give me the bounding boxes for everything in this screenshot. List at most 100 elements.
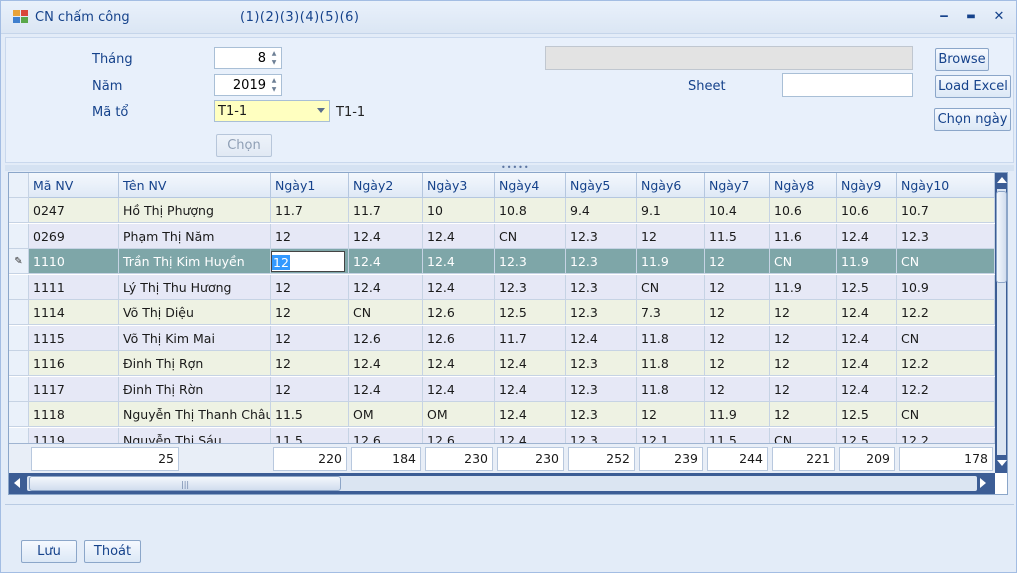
column-header[interactable]: Ngày1 <box>271 173 349 198</box>
grid-cell[interactable]: 9.1 <box>637 198 705 223</box>
grid-cell[interactable]: 7.3 <box>637 300 705 325</box>
grid-cell[interactable]: 12.3 <box>566 300 637 325</box>
grid-cell[interactable]: CN <box>349 300 423 325</box>
choose-date-button[interactable]: Chọn ngày <box>934 108 1011 131</box>
spin-arrows-icon[interactable]: ▲ ▼ <box>269 49 279 67</box>
grid-cell[interactable]: 12 <box>770 377 837 402</box>
table-row[interactable]: 1114 Võ Thị Diệu 12 CN 12.6 12.5 12.3 7.3 12 12 12… <box>9 300 1007 325</box>
grid-cell[interactable]: 12.4 <box>495 351 566 376</box>
grid-cell[interactable]: 12.4 <box>837 224 897 249</box>
month-spinner[interactable]: 8 ▲ ▼ <box>214 47 282 69</box>
grid-cell[interactable]: 11.9 <box>837 249 897 274</box>
spin-arrows-icon[interactable]: ▲ ▼ <box>269 76 279 94</box>
scroll-down-icon[interactable] <box>997 460 1007 466</box>
grid-cell[interactable]: 12.3 <box>566 402 637 427</box>
grid-cell[interactable]: CN <box>770 249 837 274</box>
table-row[interactable]: 1118 Nguyễn Thị Thanh Châu 11.5 OM OM 12.4 12.… <box>9 402 1007 427</box>
grid-cell[interactable]: 11.8 <box>637 351 705 376</box>
grid-cell[interactable]: 12 <box>271 249 349 274</box>
grid-cell[interactable]: 12 <box>770 402 837 427</box>
grid-cell[interactable]: 11.9 <box>705 402 770 427</box>
vertical-scrollbar[interactable] <box>995 173 1007 473</box>
row-indicator[interactable] <box>9 224 29 249</box>
grid-cell[interactable]: Trần Thị Kim Huyền <box>119 249 271 274</box>
grid-cell[interactable]: Đinh Thị Rờn <box>119 377 271 402</box>
grid-cell[interactable]: 12 <box>271 300 349 325</box>
row-indicator[interactable] <box>9 326 29 351</box>
grid-cell[interactable]: 10.7 <box>897 198 995 223</box>
row-indicator[interactable] <box>9 351 29 376</box>
grid-cell[interactable]: 12 <box>705 249 770 274</box>
grid-cell[interactable]: 12 <box>705 377 770 402</box>
chevron-down-icon[interactable] <box>317 108 325 113</box>
grid-cell[interactable]: 1116 <box>29 351 119 376</box>
grid-cell[interactable]: 12.2 <box>897 351 995 376</box>
grid-cell[interactable]: 11.6 <box>770 224 837 249</box>
grid-cell[interactable]: 12.6 <box>423 326 495 351</box>
column-header[interactable]: Ngày2 <box>349 173 423 198</box>
grid-cell[interactable]: 12.3 <box>566 249 637 274</box>
row-indicator-icon[interactable]: ✎ <box>9 249 29 274</box>
grid-cell[interactable]: Võ Thị Diệu <box>119 300 271 325</box>
grid-cell[interactable]: 12 <box>637 402 705 427</box>
grid-cell[interactable]: 12.4 <box>349 249 423 274</box>
grid-cell[interactable]: 12 <box>705 300 770 325</box>
grid-cell[interactable]: 12 <box>637 224 705 249</box>
grid-cell[interactable]: CN <box>897 402 995 427</box>
grid-cell[interactable]: 10.6 <box>770 198 837 223</box>
grid-cell[interactable]: 12.6 <box>349 326 423 351</box>
grid-cell[interactable]: 1111 <box>29 275 119 300</box>
column-header[interactable]: Ngày10 <box>897 173 995 198</box>
grid-cell[interactable]: 12.5 <box>837 275 897 300</box>
grid-cell[interactable]: Lý Thị Thu Hương <box>119 275 271 300</box>
grid-cell[interactable]: 12.4 <box>837 351 897 376</box>
scroll-left-icon[interactable] <box>14 478 20 488</box>
grid-cell[interactable]: 12.4 <box>837 326 897 351</box>
grid-cell[interactable]: 12.3 <box>495 249 566 274</box>
sheet-input[interactable] <box>782 73 913 97</box>
grid-cell[interactable]: 1114 <box>29 300 119 325</box>
grid-cell[interactable]: 12.3 <box>566 275 637 300</box>
file-path-field[interactable] <box>545 46 913 70</box>
table-row[interactable]: 0269 Phạm Thị Năm 12 12.4 12.4 CN 12.3 12 11.5 11… <box>9 224 1007 249</box>
grid-cell[interactable]: 12.4 <box>495 402 566 427</box>
grid-cell[interactable]: 12 <box>271 377 349 402</box>
scroll-up-icon[interactable] <box>997 177 1007 183</box>
grid-cell[interactable]: 12 <box>705 351 770 376</box>
grid-cell[interactable]: 12 <box>770 300 837 325</box>
grid-cell[interactable]: 12.4 <box>423 351 495 376</box>
grid-cell[interactable]: OM <box>423 402 495 427</box>
grid-cell[interactable]: 12 <box>271 351 349 376</box>
column-header[interactable]: Ngày3 <box>423 173 495 198</box>
row-indicator[interactable] <box>9 198 29 223</box>
timesheet-grid[interactable]: Mã NV Tên NV Ngày1 Ngày2 Ngày3 Ngày4 Ngày5 Ngày… <box>8 172 1008 495</box>
column-header[interactable]: Mã NV <box>29 173 119 198</box>
grid-cell[interactable]: 12.2 <box>897 300 995 325</box>
maximize-button[interactable]: ▬ <box>961 7 981 27</box>
grid-cell[interactable]: 11.8 <box>637 326 705 351</box>
grid-cell[interactable]: 12 <box>271 275 349 300</box>
table-row[interactable]: 1111 Lý Thị Thu Hương 12 12.4 12.4 12.3 12.3 CN… <box>9 275 1007 300</box>
grid-cell[interactable]: Hồ Thị Phượng <box>119 198 271 223</box>
row-indicator[interactable] <box>9 275 29 300</box>
row-indicator[interactable] <box>9 300 29 325</box>
grid-cell[interactable]: 12.4 <box>423 275 495 300</box>
grid-cell[interactable]: 12.4 <box>566 326 637 351</box>
table-row[interactable]: 0247 Hồ Thị Phượng 11.7 11.7 10 10.8 9.4 9.1 10.… <box>9 198 1007 223</box>
column-header[interactable]: Ngày4 <box>495 173 566 198</box>
grid-cell[interactable]: 12 <box>705 326 770 351</box>
grid-cell[interactable]: 12.4 <box>495 377 566 402</box>
column-header[interactable]: Ngày9 <box>837 173 897 198</box>
grid-cell[interactable]: 12.4 <box>349 377 423 402</box>
grid-cell[interactable]: 0269 <box>29 224 119 249</box>
grid-cell[interactable]: Võ Thị Kim Mai <box>119 326 271 351</box>
grid-cell[interactable]: 10.4 <box>705 198 770 223</box>
row-indicator[interactable] <box>9 377 29 402</box>
column-header[interactable]: Tên NV <box>119 173 271 198</box>
grid-cell[interactable]: 0247 <box>29 198 119 223</box>
grid-cell[interactable]: 12 <box>770 351 837 376</box>
grid-cell[interactable]: 12.4 <box>423 377 495 402</box>
browse-button[interactable]: Browse <box>935 48 989 71</box>
grid-cell[interactable]: Đinh Thị Rợn <box>119 351 271 376</box>
splitter[interactable]: ••••• <box>5 164 1014 172</box>
